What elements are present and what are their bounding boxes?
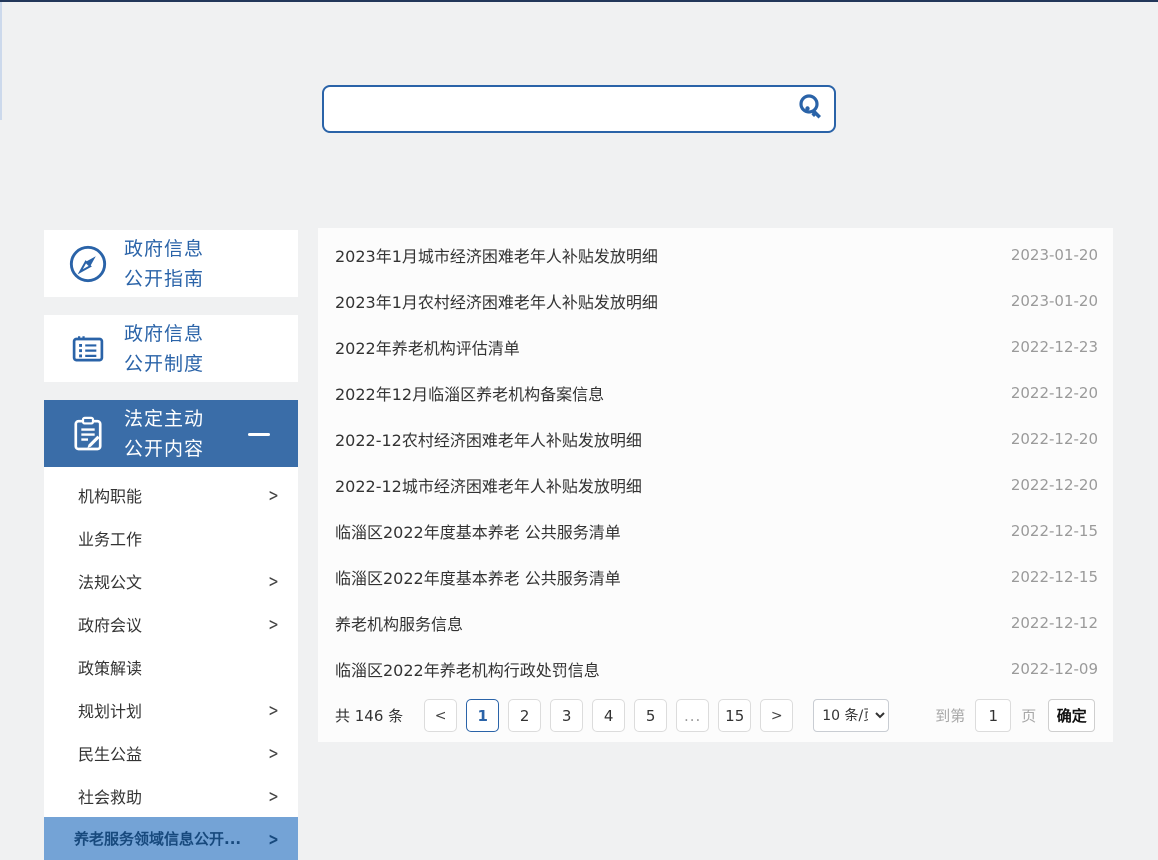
search-input[interactable] xyxy=(324,87,792,131)
sidebar-section-gov-info-system[interactable]: 政府信息 公开制度 xyxy=(44,315,298,382)
list-item[interactable]: 养老机构服务信息 2022-12-12 xyxy=(318,600,1113,646)
sidebar-item-policy-interpretation[interactable]: 政策解读 xyxy=(44,645,298,688)
submenu-label: 机构职能 xyxy=(78,483,142,507)
sidebar-item-planning[interactable]: 规划计划 > xyxy=(44,688,298,731)
confirm-button[interactable]: 确定 xyxy=(1048,699,1095,732)
submenu-label: 规划计划 xyxy=(78,698,142,722)
sidebar-item-livelihood-welfare[interactable]: 民生公益 > xyxy=(44,731,298,774)
pagination-bar: 共 146 条 < 1 2 3 4 5 ... 15 > 10 条/页 到第 页… xyxy=(335,699,1098,732)
sidebar-section-gov-info-guide[interactable]: 政府信息 公开指南 xyxy=(44,230,298,297)
list-item[interactable]: 2023年1月农村经济困难老年人补贴发放明细 2023-01-20 xyxy=(318,278,1113,324)
pagination-total-count: 共 146 条 xyxy=(335,705,403,726)
content-panel: 2023年1月城市经济困难老年人补贴发放明细 2023-01-20 2023年1… xyxy=(318,228,1113,742)
submenu-label: 法规公文 xyxy=(78,569,142,593)
list-item-date: 2023-01-20 xyxy=(1011,246,1098,264)
list-item-date: 2022-12-20 xyxy=(1011,430,1098,448)
page-button-4[interactable]: 4 xyxy=(592,699,625,732)
next-page-button[interactable]: > xyxy=(760,699,793,732)
prev-page-button[interactable]: < xyxy=(424,699,457,732)
collapse-minus-icon[interactable] xyxy=(248,433,270,436)
document-lines-icon xyxy=(68,329,108,369)
section-label-line1: 法定主动 xyxy=(124,404,204,434)
list-item-date: 2022-12-23 xyxy=(1011,338,1098,356)
section-label-line1: 政府信息 xyxy=(124,319,204,349)
compass-icon xyxy=(68,244,108,284)
page-ellipsis-button[interactable]: ... xyxy=(676,699,709,732)
chevron-right-icon: > xyxy=(269,483,278,506)
chevron-right-icon: > xyxy=(269,612,278,635)
list-item-title[interactable]: 养老机构服务信息 xyxy=(335,611,463,635)
chevron-right-icon: > xyxy=(269,698,278,721)
list-item[interactable]: 临淄区2022年度基本养老 公共服务清单 2022-12-15 xyxy=(318,508,1113,554)
submenu-label: 政策解读 xyxy=(78,655,142,679)
list-item[interactable]: 临淄区2022年养老机构行政处罚信息 2022-12-09 xyxy=(318,646,1113,692)
goto-prefix-label: 到第 xyxy=(935,705,965,726)
chevron-right-icon: > xyxy=(269,741,278,764)
page-button-1[interactable]: 1 xyxy=(466,699,499,732)
sidebar-item-business-work[interactable]: 业务工作 xyxy=(44,516,298,559)
submenu-label: 民生公益 xyxy=(78,741,142,765)
goto-suffix-label: 页 xyxy=(1021,705,1036,726)
list-item-title[interactable]: 临淄区2022年度基本养老 公共服务清单 xyxy=(335,519,621,543)
submenu-label: 业务工作 xyxy=(78,526,142,550)
section-label-line2: 公开内容 xyxy=(124,434,204,464)
chevron-right-icon: > xyxy=(771,708,783,724)
list-item-date: 2022-12-20 xyxy=(1011,476,1098,494)
list-item-date: 2022-12-15 xyxy=(1011,522,1098,540)
chevron-right-icon: > xyxy=(269,569,278,592)
list-item-title[interactable]: 2023年1月农村经济困难老年人补贴发放明细 xyxy=(335,289,658,313)
list-item-title[interactable]: 临淄区2022年养老机构行政处罚信息 xyxy=(335,657,600,681)
sidebar-item-gov-meetings[interactable]: 政府会议 > xyxy=(44,602,298,645)
list-item-title[interactable]: 2022年12月临淄区养老机构备案信息 xyxy=(335,381,604,405)
page-button-3[interactable]: 3 xyxy=(550,699,583,732)
list-item[interactable]: 2022-12城市经济困难老年人补贴发放明细 2022-12-20 xyxy=(318,462,1113,508)
section-label-line1: 政府信息 xyxy=(124,234,204,264)
top-border-line xyxy=(0,0,1158,2)
section-label-line2: 公开指南 xyxy=(124,264,204,294)
chevron-right-icon: > xyxy=(269,784,278,807)
submenu-label: 养老服务领域信息公开... xyxy=(74,828,241,849)
page-button-2[interactable]: 2 xyxy=(508,699,541,732)
search-button[interactable] xyxy=(792,89,830,129)
list-item-title[interactable]: 临淄区2022年度基本养老 公共服务清单 xyxy=(335,565,621,589)
list-item-date: 2022-12-15 xyxy=(1011,568,1098,586)
list-item-title[interactable]: 2022-12农村经济困难老年人补贴发放明细 xyxy=(335,427,642,451)
sidebar-item-social-assistance[interactable]: 社会救助 > xyxy=(44,774,298,817)
sidebar-item-regulations[interactable]: 法规公文 > xyxy=(44,559,298,602)
search-bar xyxy=(322,85,836,133)
list-item-date: 2022-12-12 xyxy=(1011,614,1098,632)
list-item[interactable]: 2022-12农村经济困难老年人补贴发放明细 2022-12-20 xyxy=(318,416,1113,462)
search-icon xyxy=(795,92,827,127)
list-item[interactable]: 2023年1月城市经济困难老年人补贴发放明细 2023-01-20 xyxy=(318,232,1113,278)
page-size-select[interactable]: 10 条/页 xyxy=(813,699,889,732)
sidebar-item-agency-functions[interactable]: 机构职能 > xyxy=(44,473,298,516)
list-item[interactable]: 2022年12月临淄区养老机构备案信息 2022-12-20 xyxy=(318,370,1113,416)
list-item[interactable]: 2022年养老机构评估清单 2022-12-23 xyxy=(318,324,1113,370)
page-button-5[interactable]: 5 xyxy=(634,699,667,732)
page-button-15[interactable]: 15 xyxy=(718,699,751,732)
section-label-line2: 公开制度 xyxy=(124,349,204,379)
chevron-left-icon: < xyxy=(435,708,447,724)
sidebar-submenu: 机构职能 > 业务工作 法规公文 > 政府会议 > 政策解读 规划计划 > 民生… xyxy=(44,467,298,854)
list-item-date: 2023-01-20 xyxy=(1011,292,1098,310)
article-list: 2023年1月城市经济困难老年人补贴发放明细 2023-01-20 2023年1… xyxy=(318,228,1113,692)
list-item-date: 2022-12-20 xyxy=(1011,384,1098,402)
left-edge-strip xyxy=(0,2,2,120)
clipboard-pencil-icon xyxy=(68,414,108,454)
chevron-right-icon: > xyxy=(269,827,278,850)
list-item-title[interactable]: 2023年1月城市经济困难老年人补贴发放明细 xyxy=(335,243,658,267)
sidebar-section-statutory-disclosure[interactable]: 法定主动 公开内容 xyxy=(44,400,298,467)
goto-page-input[interactable] xyxy=(975,699,1011,732)
list-item[interactable]: 临淄区2022年度基本养老 公共服务清单 2022-12-15 xyxy=(318,554,1113,600)
submenu-label: 政府会议 xyxy=(78,612,142,636)
list-item-title[interactable]: 2022-12城市经济困难老年人补贴发放明细 xyxy=(335,473,642,497)
list-item-date: 2022-12-09 xyxy=(1011,660,1098,678)
submenu-label: 社会救助 xyxy=(78,784,142,808)
list-item-title[interactable]: 2022年养老机构评估清单 xyxy=(335,335,520,359)
